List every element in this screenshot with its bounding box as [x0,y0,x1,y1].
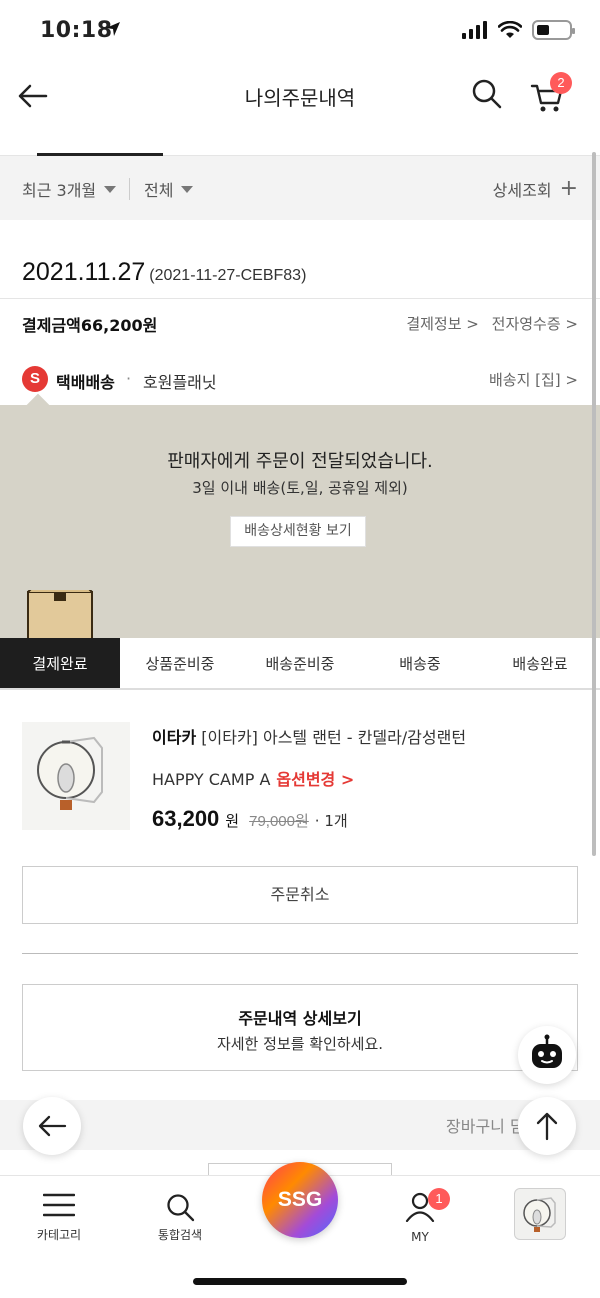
wifi-icon [498,21,522,38]
order-detail-subtitle: 자세한 정보를 확인하세요. [216,1035,384,1053]
period-dropdown[interactable]: 최근 3개월 [22,177,117,201]
cancel-order-button[interactable]: 주문취소 [22,866,578,924]
step-delivered: 배송완료 [512,655,568,673]
quantity: · 1개 [314,812,348,830]
menu-icon [42,1193,76,1217]
option-change-link[interactable]: 옵션변경 > [276,770,354,789]
filter-divider [129,178,130,200]
product-image[interactable] [22,722,130,830]
delivery-detail-button[interactable]: 배송상세현황 보기 [230,516,366,547]
app-header: 나의주문내역 [0,64,600,126]
divider [0,298,600,299]
payment-value: 66,200원 [80,316,158,335]
original-price: 79,000원 [249,813,309,830]
status-title: 판매자에게 주문이 전달되었습니다. [167,451,433,472]
type-label: 전체 [144,181,174,200]
product-title[interactable]: 이타카 [이타카] 아스텔 랜턴 - 칸델라/감성랜턴 [152,724,466,748]
order-detail-button[interactable]: 주문내역 상세보기 자세한 정보를 확인하세요. [22,984,578,1071]
seller-name[interactable]: 호원플래닛 [143,369,217,393]
product-option: HAPPY CAMP A 옵션변경 > [152,766,354,790]
battery-icon [532,20,575,40]
order-date-text: 2021.11.27 [22,258,146,286]
filter-bar: 최근 3개월 전체 상세조회 + [0,156,600,220]
nav-my-label: MY [411,1230,429,1244]
payment-amount: 결제금액66,200원 [22,312,157,336]
plus-icon: + [559,176,578,201]
type-dropdown[interactable]: 전체 [144,177,194,201]
nav-search-label: 통합검색 [157,1228,203,1242]
delivery-steps: 결제완료 상품준비중 배송준비중 배송중 배송완료 [0,638,600,690]
package-box-icon [26,583,94,641]
status-time: 10:18 [40,18,113,43]
page-title: 나의주문내역 [244,86,356,110]
my-count-badge: 1 [428,1188,450,1210]
shipping-type: 택배배송 [56,373,115,392]
step-shipping: 배송중 [399,655,441,673]
chatbot-button[interactable] [518,1026,576,1084]
chevron-down-icon [104,185,117,193]
receipt-link[interactable]: 전자영수증 > [492,315,578,333]
payment-links: 결제정보 > 전자영수증 > [406,313,578,334]
order-number: (2021-11-27-CEBF83) [149,267,307,284]
separator-dot: · [126,369,132,388]
step-paid: 결제완료 [0,638,120,688]
divider [22,953,578,954]
product-brand: 이타카 [152,728,197,747]
location-arrow-icon [104,20,122,42]
scrollbar[interactable] [592,152,596,856]
search-icon [167,1194,195,1222]
nav-category[interactable]: 카테고리 [14,1192,104,1243]
shipping-address-link[interactable]: 배송지 [집] > [489,369,578,390]
status-bar: 10:18 [0,0,600,64]
search-icon[interactable] [470,77,504,111]
home-indicator [193,1278,407,1285]
ssg-home-button[interactable]: SSG [262,1162,338,1238]
back-float-button[interactable] [23,1097,81,1155]
nav-search[interactable]: 통합검색 [135,1192,225,1243]
price-currency: 원 [225,812,240,830]
scroll-top-button[interactable] [518,1097,576,1155]
step-preparing-product: 상품준비중 [145,655,215,673]
nav-category-label: 카테고리 [36,1228,82,1242]
detail-search-label: 상세조회 [492,181,552,200]
recent-product-thumbnail[interactable] [514,1188,566,1240]
detail-search-button[interactable]: 상세조회 + [493,177,578,201]
status-indicators [462,20,575,40]
period-label: 최근 3개월 [22,181,97,200]
price-value: 63,200 [152,806,220,831]
signal-icon [462,21,487,39]
product-price: 63,200 원 79,000원 · 1개 [152,806,348,832]
order-date: 2021.11.27 (2021-11-27-CEBF83) [22,258,306,287]
order-detail-title: 주문내역 상세보기 [238,1009,362,1028]
seller-logo: S [22,366,48,392]
product-name: [이타카] 아스텔 랜턴 - 칸델라/감성랜턴 [201,728,467,747]
step-preparing-delivery: 배송준비중 [265,655,335,673]
nav-my[interactable]: MY [375,1192,465,1244]
chevron-down-icon [181,185,194,193]
order-status-banner: 판매자에게 주문이 전달되었습니다. 3일 이내 배송(토,일, 공휴일 제외)… [0,393,600,641]
banner-notch [26,393,50,417]
status-subtitle: 3일 이내 배송(토,일, 공휴일 제외) [192,479,408,497]
payment-info-link[interactable]: 결제정보 > [406,315,479,333]
option-value: HAPPY CAMP A [152,770,271,789]
cart-count-badge: 2 [550,72,572,94]
payment-label: 결제금액 [22,316,81,335]
